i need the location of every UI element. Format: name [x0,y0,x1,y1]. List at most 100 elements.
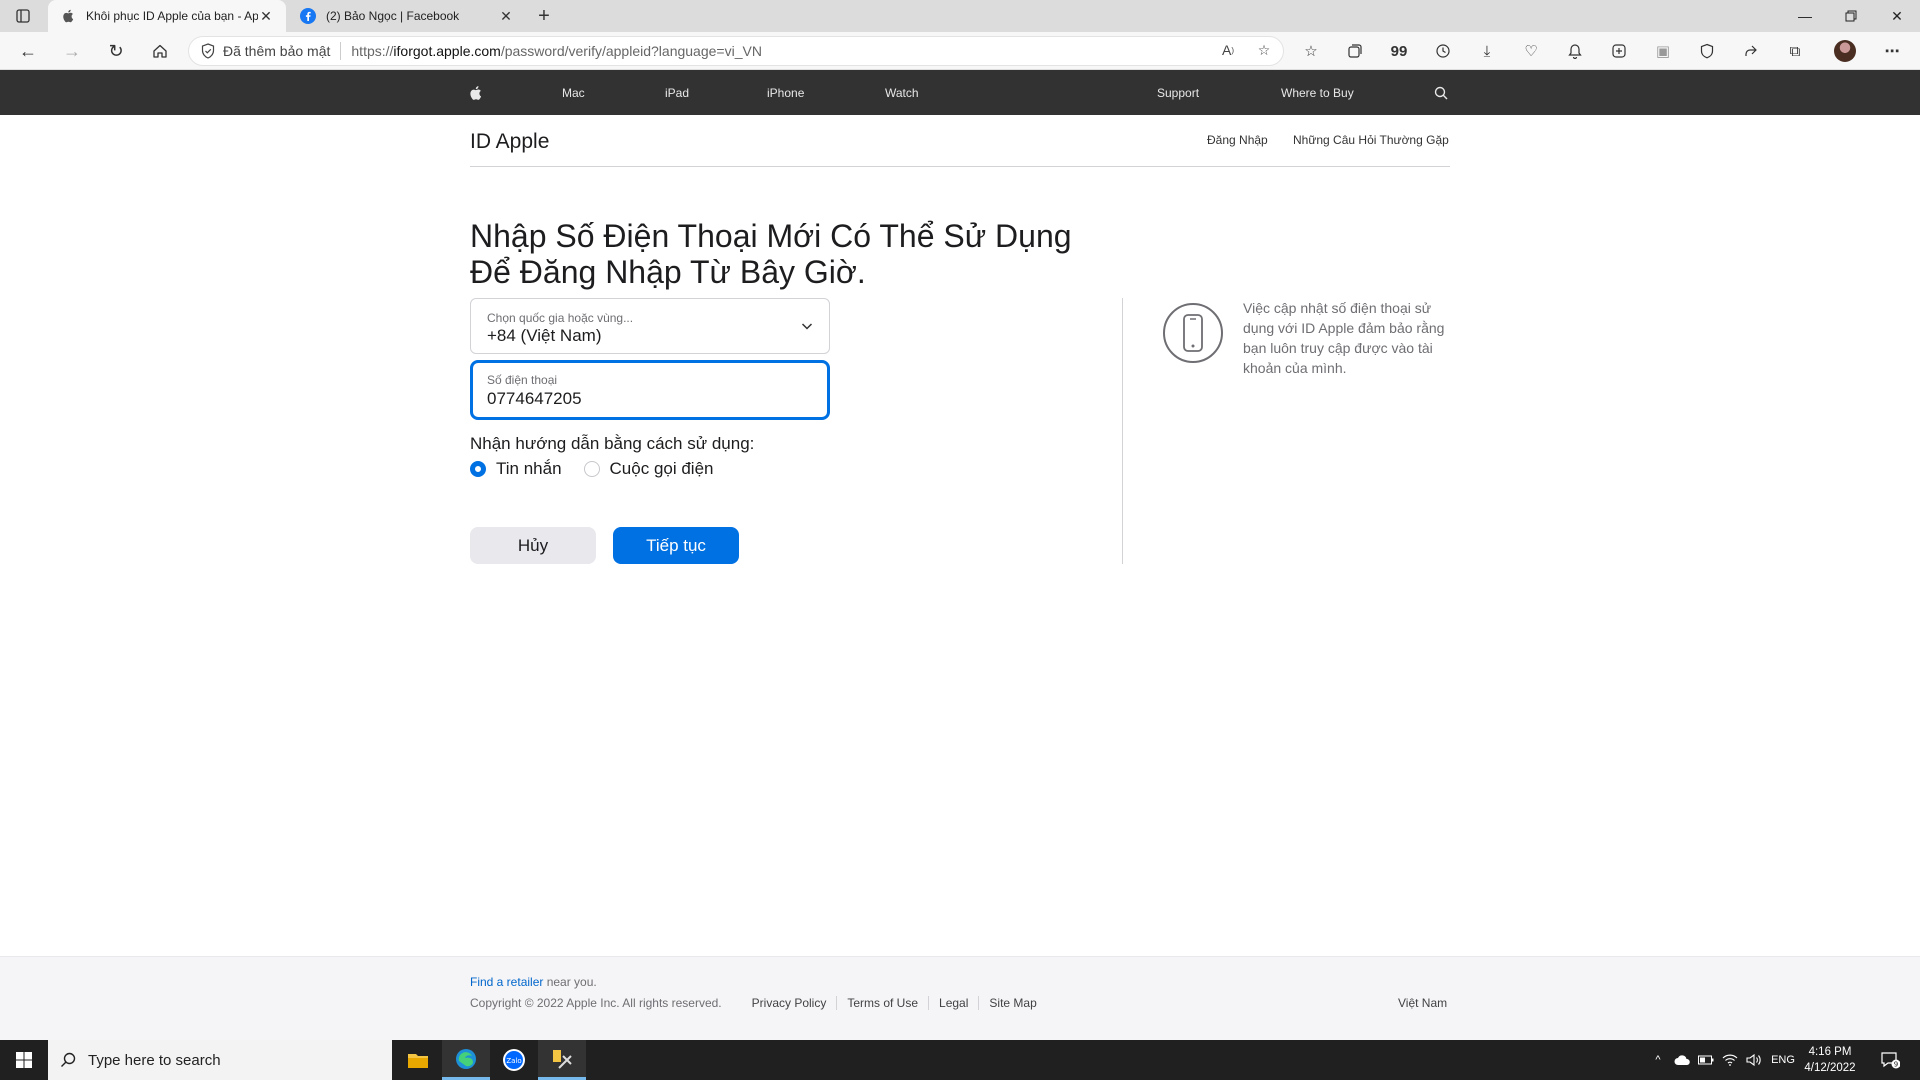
sms-radio[interactable] [470,461,486,477]
clock-date: 4/12/2022 [1804,1062,1856,1074]
search-icon [60,1052,76,1068]
extension-icon[interactable]: ▣ [1651,40,1675,62]
home-icon[interactable] [146,38,174,64]
phone-number-field[interactable]: Số điện thoại [470,360,830,420]
add-favorite-icon[interactable]: ☆ [1253,39,1275,61]
profile-avatar[interactable] [1834,40,1856,62]
search-icon[interactable] [1434,70,1448,115]
tab-actions-icon[interactable] [10,5,36,27]
url-host: iforgot.apple.com [393,43,501,59]
windows-start-icon[interactable] [0,1040,48,1080]
phone-number-input[interactable] [487,389,807,409]
forward-icon[interactable]: → [58,38,86,64]
tab-title: Khôi phục ID Apple của bạn - Ap [86,9,258,23]
screenshot-icon[interactable] [1607,40,1631,62]
taskbar-search-box[interactable]: Type here to search [48,1040,392,1080]
find-retailer-link[interactable]: Find a retailer [470,975,543,989]
collections-icon[interactable] [1343,40,1367,62]
copyright-text: Copyright © 2022 Apple Inc. All rights r… [470,996,722,1010]
refresh-icon[interactable]: ↻ [102,38,130,64]
input-language-indicator[interactable]: ENG [1768,1040,1798,1080]
new-tab-button[interactable]: + [532,4,556,28]
legal-link[interactable]: Legal [928,996,978,1010]
faq-link[interactable]: Những Câu Hỏi Thường Gặp [1293,133,1449,147]
apple-global-nav: Mac iPad iPhone Watch Support Where to B… [0,70,1920,115]
terms-of-use-link[interactable]: Terms of Use [836,996,928,1010]
history-icon[interactable] [1431,40,1455,62]
globalnav-support[interactable]: Support [1157,70,1199,115]
call-radio[interactable] [583,461,600,477]
facebook-favicon-icon [300,8,316,24]
quote-icon[interactable]: 99 [1387,40,1411,62]
back-icon[interactable]: ← [14,38,42,64]
url-path: /password/verify/appleid?language=vi_VN [500,43,762,59]
show-hidden-icons-chevron-icon[interactable]: ^ [1646,1040,1670,1080]
tab-title: (2) Bảo Ngọc | Facebook [326,9,460,23]
taskbar-clock[interactable]: 4:16 PM 4/12/2022 [1800,1044,1860,1076]
wifi-icon[interactable] [1718,1040,1742,1080]
method-option-call[interactable]: Cuộc gọi điện [583,459,714,479]
favorites-icon[interactable]: ☆ [1299,40,1323,62]
page-footer: Find a retailer near you. Copyright © 20… [0,956,1920,1040]
verification-method-label: Nhận hướng dẫn bằng cách sử dụng: [470,434,755,453]
tools-app-icon[interactable] [538,1040,586,1080]
battery-icon[interactable] [1694,1040,1718,1080]
browser-essentials-icon[interactable] [1695,40,1719,62]
file-explorer-icon[interactable] [394,1040,442,1080]
apple-id-local-nav: ID Apple Đăng Nhập Những Câu Hỏi Thường … [470,115,1450,167]
find-retailer-line: Find a retailer near you. [470,975,597,989]
globalnav-watch[interactable]: Watch [885,70,919,115]
globalnav-where-to-buy[interactable]: Where to Buy [1281,70,1354,115]
verification-method-group: Tin nhắn Cuộc gọi điện [470,458,736,480]
chevron-down-icon [799,318,815,334]
extensions-puzzle-icon[interactable]: ⧉ [1783,40,1807,62]
country-select[interactable]: Chọn quốc gia hoặc vùng... +84 (Việt Nam… [470,298,830,354]
country-select-label: Chọn quốc gia hoặc vùng... [487,311,634,325]
cancel-button[interactable]: Hủy [470,527,596,564]
call-radio-label: Cuộc gọi điện [609,459,714,478]
zalo-icon[interactable]: Zalo [490,1040,538,1080]
svg-text:Zalo: Zalo [506,1057,521,1065]
method-option-sms[interactable]: Tin nhắn [470,459,562,479]
sms-radio-label: Tin nhắn [496,459,562,478]
action-center-icon[interactable]: 9 [1872,1040,1908,1080]
continue-button[interactable]: Tiếp tục [613,527,739,564]
windows-taskbar: Type here to search Zalo ^ ENG 4:16 PM 4… [0,1040,1920,1080]
edge-browser-icon[interactable] [442,1040,490,1080]
tab-close-icon[interactable]: ✕ [498,8,514,25]
privacy-policy-link[interactable]: Privacy Policy [752,996,837,1010]
notifications-icon[interactable] [1563,40,1587,62]
globalnav-mac[interactable]: Mac [562,70,585,115]
site-map-link[interactable]: Site Map [978,996,1046,1010]
column-divider [1122,298,1123,564]
read-aloud-icon[interactable]: A) [1217,39,1239,61]
tab-facebook[interactable]: (2) Bảo Ngọc | Facebook ✕ [288,0,526,32]
region-link[interactable]: Việt Nam [1398,996,1447,1010]
phone-number-label: Số điện thoại [487,373,558,387]
taskbar-search-placeholder: Type here to search [88,1051,221,1069]
apple-logo-icon[interactable] [469,70,482,115]
footer-legal-row: Copyright © 2022 Apple Inc. All rights r… [470,996,1047,1010]
security-shield-icon[interactable] [201,43,215,59]
share-icon[interactable] [1739,40,1763,62]
more-menu-icon[interactable]: ⋯ [1880,40,1904,62]
onedrive-cloud-icon[interactable] [1670,1040,1694,1080]
sign-in-link[interactable]: Đăng Nhập [1207,133,1268,147]
country-select-value: +84 (Việt Nam) [487,326,602,345]
restore-icon[interactable] [1828,0,1874,32]
close-window-icon[interactable]: ✕ [1874,0,1920,32]
tab-close-icon[interactable]: ✕ [258,8,274,25]
address-separator [340,42,342,60]
globalnav-iphone[interactable]: iPhone [767,70,804,115]
page-brand-title[interactable]: ID Apple [470,130,549,154]
volume-icon[interactable] [1742,1040,1766,1080]
page-title: Nhập Số Điện Thoại Mới Có Thể Sử Dụng Để… [470,218,1090,290]
globalnav-ipad[interactable]: iPad [665,70,689,115]
tab-apple-id[interactable]: Khôi phục ID Apple của bạn - Ap ✕ [48,0,286,32]
performance-icon[interactable]: ♡ [1519,40,1543,62]
clock-time: 4:16 PM [1808,1046,1852,1058]
minimize-icon[interactable]: — [1782,0,1828,32]
browser-tab-strip: Khôi phục ID Apple của bạn - Ap ✕ (2) Bả… [0,0,1920,32]
downloads-icon[interactable]: ⤓ [1475,40,1499,62]
address-bar[interactable]: Đã thêm bảo mật https://iforgot.apple.co… [188,36,1284,66]
